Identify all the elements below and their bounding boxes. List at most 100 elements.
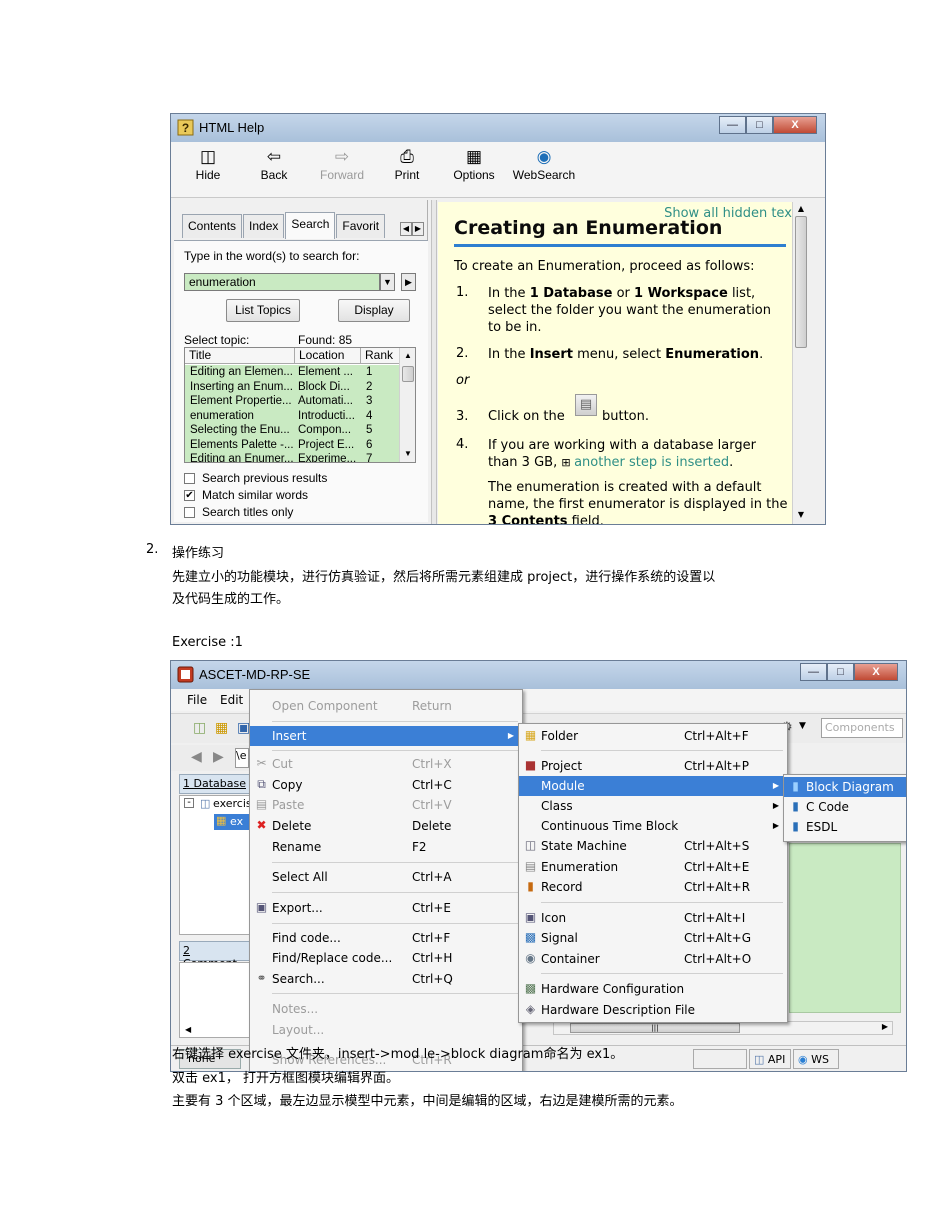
database-panel-label[interactable]: 1 Database <box>179 774 251 794</box>
menu-delete[interactable]: ✖ Delete Delete <box>250 816 522 836</box>
menu-layout[interactable]: Layout... <box>250 1020 522 1040</box>
content-scroll-thumb[interactable] <box>795 216 807 348</box>
status-api[interactable]: ◫ API <box>749 1049 791 1069</box>
comment-panel-label[interactable]: 2 Comment <box>179 941 251 970</box>
tab-favorites[interactable]: Favorit <box>336 214 386 238</box>
search-previous-checkbox[interactable] <box>184 473 195 484</box>
scroll-thumb[interactable] <box>402 366 414 382</box>
hide-button[interactable]: ◫ Hide <box>173 146 243 182</box>
tree-collapse-icon[interactable]: - <box>184 798 194 808</box>
insert-enumeration[interactable]: ▤ Enumeration Ctrl+Alt+E <box>519 857 787 877</box>
options-button[interactable]: ▦ Options <box>439 146 509 182</box>
caption-line-2: 双击 ex1， 打开方框图模块编辑界面。 <box>172 1071 399 1086</box>
ascet-minimize-button[interactable]: — <box>800 663 827 681</box>
left-scroll-icon[interactable]: ◀ <box>185 1025 191 1034</box>
tab-search[interactable]: Search <box>285 212 336 239</box>
col-rank[interactable]: Rank <box>361 348 399 364</box>
menu-file[interactable]: File <box>187 693 207 707</box>
tab-index[interactable]: Index <box>243 214 285 238</box>
horizontal-scrollbar[interactable]: ||| ▶ <box>553 1021 893 1035</box>
module-c-code[interactable]: ▮ C Code <box>784 797 906 817</box>
insert-continuous-time-block[interactable]: Continuous Time Block ▶ <box>519 816 787 836</box>
tab-scroll-right[interactable]: ▶ <box>412 222 424 236</box>
insert-module[interactable]: Module ▶ <box>519 776 787 796</box>
hide-icon: ◫ <box>199 147 217 166</box>
components-search-input[interactable]: Components <box>821 718 903 738</box>
insert-record[interactable]: ▮ Record Ctrl+Alt+R <box>519 877 787 897</box>
display-button[interactable]: Display <box>338 299 410 322</box>
insert-state-machine[interactable]: ◫ State Machine Ctrl+Alt+S <box>519 836 787 856</box>
binoculars-icon: ⚭ <box>256 971 267 985</box>
insert-icon[interactable]: ▣ Icon Ctrl+Alt+I <box>519 908 787 928</box>
or-text: or <box>456 373 470 388</box>
context-menu: Open Component Return Insert ▶ ✂ Cut Ctrl+X … <box>249 689 523 1071</box>
insert-folder[interactable]: ▦ Folder Ctrl+Alt+F <box>519 726 787 746</box>
col-title[interactable]: Title <box>185 348 295 364</box>
insert-project[interactable]: ■ Project Ctrl+Alt+P <box>519 756 787 776</box>
menu-copy[interactable]: ⧉ Copy Ctrl+C <box>250 775 522 795</box>
menu-open-component[interactable]: Open Component Return <box>250 696 522 716</box>
search-operator-button[interactable]: ▶ <box>401 273 416 291</box>
list-topics-button[interactable]: List Topics <box>226 299 300 322</box>
pane-splitter[interactable] <box>431 200 437 524</box>
menu-cut[interactable]: ✂ Cut Ctrl+X <box>250 754 522 774</box>
menu-select-all[interactable]: Select All Ctrl+A <box>250 867 522 887</box>
menu-rename[interactable]: Rename F2 <box>250 837 522 857</box>
nav-forward-icon[interactable]: ▶ <box>213 749 224 765</box>
nav-back-icon[interactable]: ◀ <box>191 749 202 765</box>
address-input[interactable]: \e <box>235 748 249 768</box>
step-3-number: 3. <box>456 409 469 424</box>
search-input[interactable]: enumeration <box>184 273 380 291</box>
status-ws[interactable]: ◉ WS <box>793 1049 839 1069</box>
menu-paste[interactable]: ▤ Paste Ctrl+V <box>250 795 522 815</box>
module-block-diagram[interactable]: ▮ Block Diagram <box>784 777 906 797</box>
tab-scroll-left[interactable]: ◀ <box>400 222 412 236</box>
results-scrollbar[interactable]: ▲ ▼ <box>399 348 415 462</box>
menu-export[interactable]: ▣ Export... Ctrl+E <box>250 898 522 918</box>
hscroll-thumb[interactable]: ||| <box>570 1023 740 1033</box>
forward-button[interactable]: ⇨ Forward <box>307 146 377 182</box>
scroll-down-icon[interactable]: ▼ <box>400 446 415 462</box>
hscroll-right-icon[interactable]: ▶ <box>882 1022 888 1031</box>
insert-class[interactable]: Class ▶ <box>519 796 787 816</box>
content-scroll-down-icon[interactable]: ▼ <box>793 508 809 522</box>
search-history-dropdown[interactable]: ▼ <box>380 273 395 291</box>
list-item-number: 2. <box>146 542 159 557</box>
toolbar-db-icon[interactable]: ◫ <box>193 720 206 736</box>
close-button[interactable]: X <box>773 116 817 134</box>
maximize-button[interactable]: □ <box>746 116 773 134</box>
content-scrollbar[interactable]: ▲ ▼ <box>792 202 809 524</box>
tree-selected-item[interactable]: ▦ ex <box>214 814 252 830</box>
ascet-close-button[interactable]: X <box>854 663 898 681</box>
content-scroll-up-icon[interactable]: ▲ <box>793 202 809 216</box>
menu-find-replace[interactable]: Find/Replace code... Ctrl+H <box>250 948 522 968</box>
insert-hardware-description-file[interactable]: ◈ Hardware Description File <box>519 1000 787 1020</box>
toolbar-folder-icon[interactable]: ▦ <box>215 720 228 736</box>
ascet-window-controls: — □ X <box>800 663 898 681</box>
websearch-button[interactable]: ◉ WebSearch <box>504 146 584 182</box>
menu-find-code[interactable]: Find code... Ctrl+F <box>250 928 522 948</box>
topic-results-list[interactable]: Title Location Rank Editing an Elemen...… <box>184 347 416 463</box>
insert-hardware-configuration[interactable]: ▩ Hardware Configuration <box>519 979 787 999</box>
ascet-maximize-button[interactable]: □ <box>827 663 854 681</box>
menu-search[interactable]: ⚭ Search... Ctrl+Q <box>250 969 522 989</box>
search-titles-checkbox[interactable] <box>184 507 195 518</box>
menu-insert[interactable]: Insert ▶ <box>250 726 522 746</box>
insert-signal[interactable]: ▩ Signal Ctrl+Alt+G <box>519 928 787 948</box>
window-controls: — □ X <box>719 116 817 134</box>
print-button[interactable]: ⎙ Print <box>372 146 442 182</box>
menu-edit[interactable]: Edit <box>220 693 243 707</box>
minimize-button[interactable]: — <box>719 116 746 134</box>
match-similar-checkbox[interactable]: ✔ <box>184 490 195 501</box>
menu-notes[interactable]: Notes... <box>250 999 522 1019</box>
toolbar-dropdown-icon[interactable]: ▼ <box>799 721 806 731</box>
tab-contents[interactable]: Contents <box>182 214 243 238</box>
tree-root-label[interactable]: exercis <box>213 797 252 810</box>
insert-container[interactable]: ◉ Container Ctrl+Alt+O <box>519 949 787 969</box>
scroll-up-icon[interactable]: ▲ <box>400 348 415 364</box>
module-esdl[interactable]: ▮ ESDL <box>784 817 906 837</box>
back-button[interactable]: ⇦ Back <box>239 146 309 182</box>
database-tree[interactable]: - ◫ exercis ▦ ex <box>179 795 252 935</box>
another-step-link: another step is inserted <box>574 455 730 470</box>
col-location[interactable]: Location <box>295 348 361 364</box>
